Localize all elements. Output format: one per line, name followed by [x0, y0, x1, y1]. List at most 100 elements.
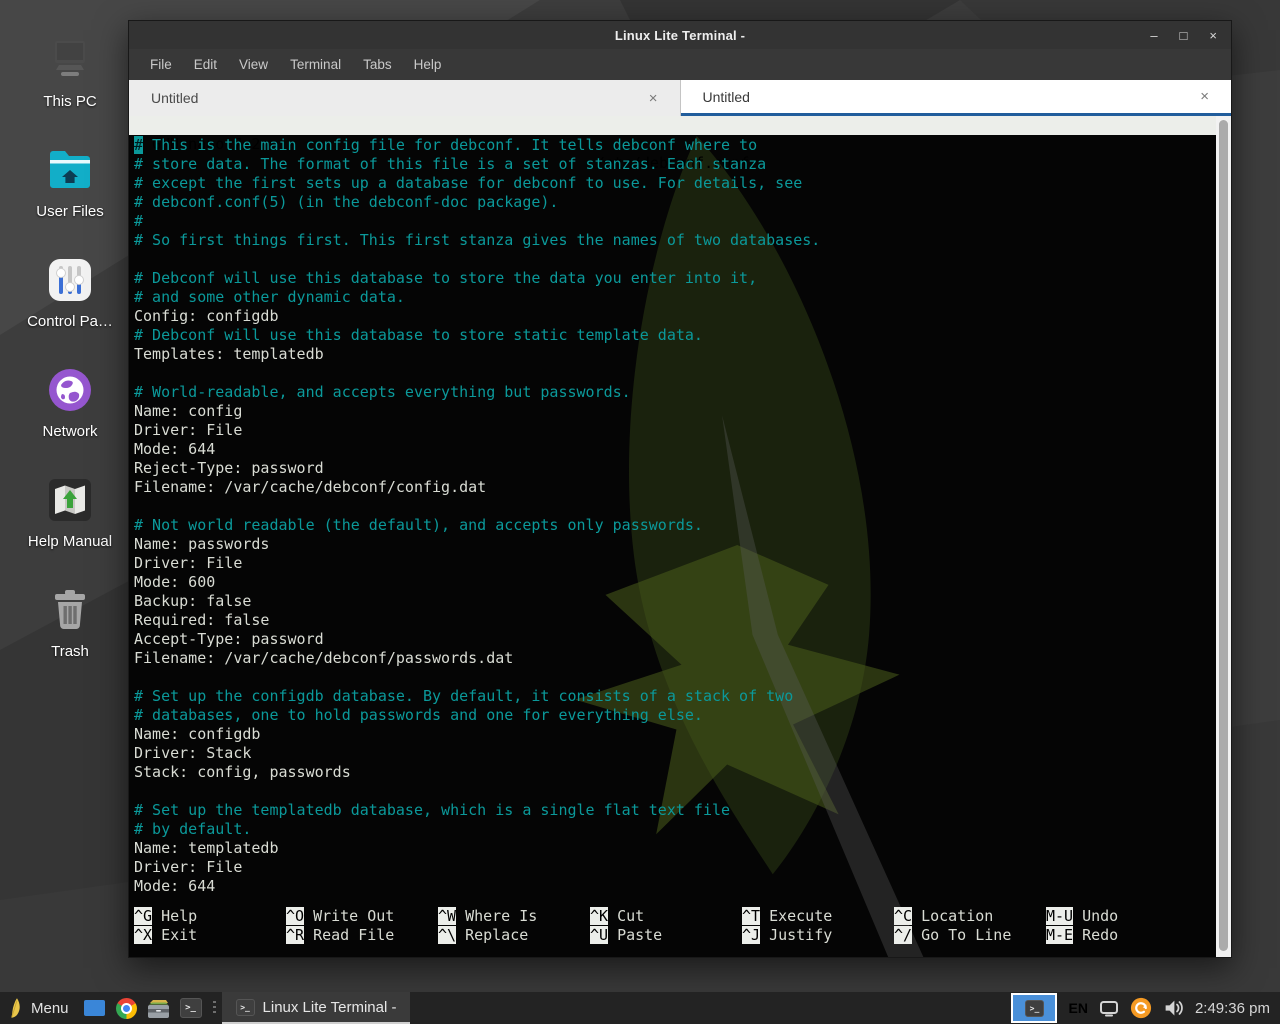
editor-line: Mode: 600 [134, 573, 1216, 592]
terminal-window: Linux Lite Terminal - – □ × FileEditView… [128, 20, 1232, 958]
nano-title-bar: GNU nano 7.2 /etc/debconf.conf [129, 116, 1216, 135]
editor-line: # databases, one to hold passwords and o… [134, 706, 1216, 725]
desktop-icon-network[interactable]: Network [16, 364, 124, 440]
editor-line: Mode: 644 [134, 877, 1216, 896]
shortcut-label: Exit [161, 926, 197, 944]
taskbar-window-button[interactable]: >_ Linux Lite Terminal - [222, 992, 411, 1024]
chrome-launcher[interactable] [111, 992, 143, 1024]
editor-line: # by default. [134, 820, 1216, 839]
taskbar: Menu >_ >_ Linux Lite Terminal - [0, 992, 1280, 1024]
tab-label: Untitled [151, 90, 198, 106]
shortcut-entry: ^W Where Is [438, 907, 590, 926]
scrollbar-track[interactable] [1216, 116, 1231, 957]
terminal-icon: >_ [180, 998, 202, 1018]
editor-line: # and some other dynamic data. [134, 288, 1216, 307]
editor-line: Name: configdb [134, 725, 1216, 744]
editor-line: Name: templatedb [134, 839, 1216, 858]
terminal-icon: >_ [1025, 1000, 1044, 1017]
volume-tray-icon[interactable] [1163, 998, 1184, 1018]
editor-line: # store data. The format of this file is… [134, 155, 1216, 174]
desktop-icon-help-manual[interactable]: Help Manual [16, 474, 124, 550]
editor-line [134, 497, 1216, 516]
editor-line: Templates: templatedb [134, 345, 1216, 364]
shortcut-label: Execute [769, 907, 832, 925]
editor-line [134, 782, 1216, 801]
shortcut-entry: M-U Undo [1046, 907, 1198, 926]
tray-focused-terminal[interactable]: >_ [1011, 993, 1057, 1023]
shortcut-label: Go To Line [921, 926, 1011, 944]
updates-tray-icon[interactable] [1130, 997, 1152, 1019]
shortcut-key: M-U [1046, 907, 1073, 925]
editor-line: # Set up the configdb database. By defau… [134, 687, 1216, 706]
shortcut-label: Undo [1082, 907, 1118, 925]
menu-item-file[interactable]: File [139, 49, 183, 80]
tab-untitled-2[interactable]: Untitled × [681, 80, 1232, 116]
trash-icon [44, 584, 96, 636]
display-settings-tray-icon[interactable] [1099, 1000, 1119, 1017]
desktop-icon-user-files[interactable]: User Files [16, 144, 124, 220]
minimize-button[interactable]: – [1150, 29, 1157, 42]
terminal-launcher[interactable]: >_ [175, 992, 207, 1024]
editor-line: Driver: File [134, 421, 1216, 440]
home-folder-icon [44, 144, 96, 196]
desktop-icon-control-panel[interactable]: Control Pa… [16, 254, 124, 330]
editor-lines[interactable]: # This is the main config file for debco… [129, 135, 1216, 907]
editor-line: Driver: File [134, 554, 1216, 573]
editor-line: # World-readable, and accepts everything… [134, 383, 1216, 402]
shortcut-column: M-UUndoM-ERedo [1046, 907, 1198, 945]
shortcut-key: ^X [134, 926, 152, 944]
shortcut-label: Location [921, 907, 993, 925]
taskbar-separator [213, 1001, 216, 1015]
close-button[interactable]: × [1209, 29, 1217, 42]
shortcut-key: ^R [286, 926, 304, 944]
chrome-icon [116, 998, 137, 1019]
maximize-button[interactable]: □ [1180, 29, 1188, 42]
menu-item-terminal[interactable]: Terminal [279, 49, 352, 80]
window-title: Linux Lite Terminal - [615, 28, 745, 43]
file-manager-icon [147, 998, 170, 1019]
desktop-icon-label: Help Manual [16, 533, 124, 550]
editor-line: # Not world readable (the default), and … [134, 516, 1216, 535]
shortcut-key: ^G [134, 907, 152, 925]
shortcut-label: Write Out [313, 907, 394, 925]
desktop-icon-trash[interactable]: Trash [16, 584, 124, 660]
speaker-icon [1163, 998, 1184, 1018]
terminal-screen[interactable]: GNU nano 7.2 /etc/debconf.conf # This is… [129, 116, 1231, 957]
menu-item-tabs[interactable]: Tabs [352, 49, 403, 80]
show-desktop-button[interactable] [79, 992, 111, 1024]
file-manager-launcher[interactable] [143, 992, 175, 1024]
terminal-icon: >_ [236, 999, 255, 1016]
tab-close-icon[interactable]: × [1200, 88, 1209, 105]
menu-item-edit[interactable]: Edit [183, 49, 228, 80]
sliders-icon [44, 254, 96, 306]
desktop-icon-this-pc[interactable]: This PC [16, 34, 124, 110]
editor-line: Accept-Type: password [134, 630, 1216, 649]
menu-button-label: Menu [31, 1000, 69, 1017]
menu-item-view[interactable]: View [228, 49, 279, 80]
menu-item-help[interactable]: Help [403, 49, 453, 80]
scrollbar-thumb[interactable] [1219, 120, 1228, 951]
editor-line: Stack: config, passwords [134, 763, 1216, 782]
shortcut-key: ^C [894, 907, 912, 925]
taskbar-clock[interactable]: 2:49:36 pm [1195, 1000, 1270, 1017]
editor-line: # except the first sets up a database fo… [134, 174, 1216, 193]
menu-button[interactable]: Menu [0, 992, 79, 1024]
shortcut-key: ^T [742, 907, 760, 925]
desktop-icon-label: This PC [16, 93, 124, 110]
shortcut-column: ^OWrite Out^RRead File [286, 907, 438, 945]
editor-line: Config: configdb [134, 307, 1216, 326]
shortcut-key: ^W [438, 907, 456, 925]
shortcut-key: ^U [590, 926, 608, 944]
tab-bar: Untitled × Untitled × [129, 80, 1231, 116]
shortcut-label: Where Is [465, 907, 537, 925]
shortcut-key: ^K [590, 907, 608, 925]
editor-line: Backup: false [134, 592, 1216, 611]
editor-line: # Set up the templatedb database, which … [134, 801, 1216, 820]
tab-close-icon[interactable]: × [649, 90, 658, 107]
editor-line: Mode: 644 [134, 440, 1216, 459]
shortcut-entry: ^JJustify [742, 926, 894, 945]
shortcut-label: Justify [769, 926, 832, 944]
window-titlebar[interactable]: Linux Lite Terminal - – □ × [129, 21, 1231, 49]
language-indicator[interactable]: EN [1068, 1000, 1087, 1016]
tab-untitled-1[interactable]: Untitled × [129, 80, 681, 116]
